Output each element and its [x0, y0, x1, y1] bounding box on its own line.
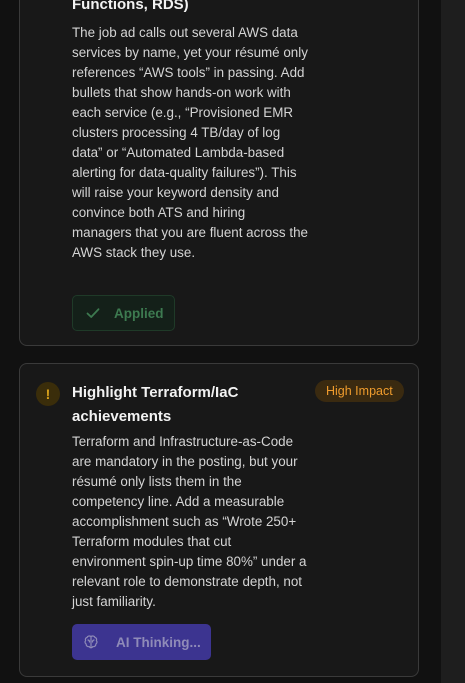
warning-icon: ! — [36, 382, 60, 406]
suggestion-card-terraform: ! Highlight Terraform/IaC achievements H… — [19, 363, 419, 677]
card-description: The job ad calls out several AWS data se… — [72, 25, 308, 260]
brain-icon — [84, 635, 98, 649]
card-title: Highlight Terraform/IaC achievements — [72, 384, 239, 425]
ai-thinking-label: AI Thinking... — [116, 634, 201, 650]
impact-badge: High Impact — [315, 380, 404, 402]
check-icon — [86, 308, 100, 318]
applied-button-label: Applied — [114, 305, 164, 321]
suggestion-card-aws: Functions, RDS) The job ad calls out sev… — [19, 0, 419, 346]
scrollbar-track[interactable] — [441, 0, 465, 683]
applied-button[interactable]: Applied — [72, 295, 175, 331]
card-description: Terraform and Infrastructure-as-Code are… — [72, 434, 307, 609]
card-title: Functions, RDS) — [72, 0, 189, 13]
ai-thinking-button[interactable]: AI Thinking... — [72, 624, 211, 660]
scrollbar-thumb[interactable] — [441, 0, 465, 683]
